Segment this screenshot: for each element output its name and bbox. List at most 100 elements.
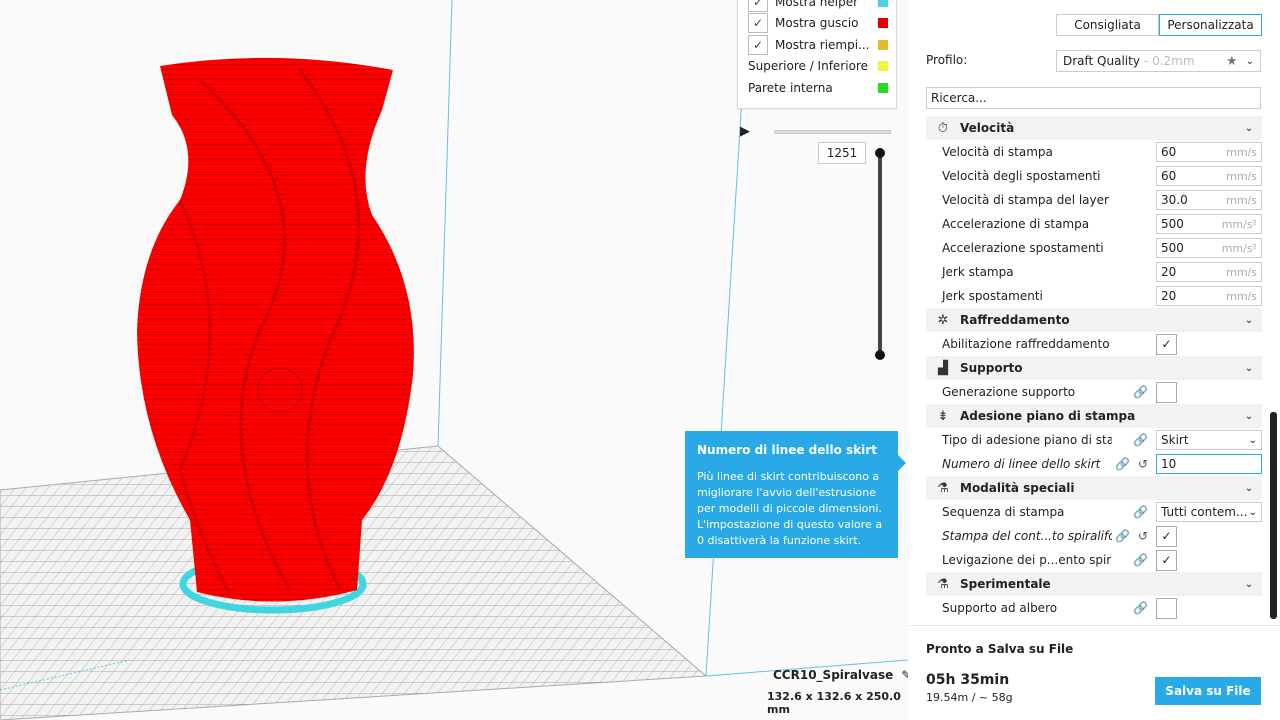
setting-checkbox[interactable]: ✓ xyxy=(1156,333,1177,355)
legend-item-shell[interactable]: ✓ Mostra guscio xyxy=(748,12,888,34)
legend-item-infill[interactable]: ✓ Mostra riempi... xyxy=(748,34,888,56)
setting-label: Numero di linee dello skirt xyxy=(942,457,1101,471)
legend-checkbox[interactable]: ✓ xyxy=(748,0,768,12)
setting-checkbox[interactable]: ✓ xyxy=(1156,549,1177,571)
settings-category[interactable]: ⏱ Velocità ⌄ xyxy=(926,116,1262,140)
profile-select[interactable]: Draft Quality - 0.2mm ★ ⌄ xyxy=(1056,50,1261,72)
link-icon[interactable]: 🔗 xyxy=(1115,529,1130,543)
setting-checkbox[interactable] xyxy=(1156,597,1177,619)
setting-row[interactable]: Accelerazione spostamenti 500 mm/s² xyxy=(926,236,1262,260)
experimental-icon: ⚗ xyxy=(937,576,949,592)
setting-row[interactable]: Jerk spostamenti 20 mm/s xyxy=(926,284,1262,308)
pencil-icon[interactable]: ✎ xyxy=(901,668,908,682)
link-icon[interactable]: 🔗 xyxy=(1133,505,1148,519)
setting-label: Abilitazione raffreddamento stampa xyxy=(942,337,1112,351)
legend-label: Mostra guscio xyxy=(775,16,859,30)
settings-category[interactable]: ⚗ Sperimentale ⌄ xyxy=(926,572,1262,596)
setting-dropdown[interactable]: Tutti contem... ⌄ xyxy=(1156,502,1262,522)
setting-value-input[interactable]: 500 mm/s² xyxy=(1156,214,1262,234)
setting-value: 500 xyxy=(1161,217,1184,231)
view-legend-panel: ✓ Mostra helper ✓ Mostra guscio ✓ Mostra… xyxy=(737,0,897,109)
setting-dropdown[interactable]: Skirt ⌄ xyxy=(1156,430,1262,450)
settings-scrollbar[interactable] xyxy=(1270,412,1277,619)
setting-value-input[interactable]: 20 mm/s xyxy=(1156,286,1262,306)
setting-value-input[interactable]: 60 mm/s xyxy=(1156,142,1262,162)
link-icon[interactable]: 🔗 xyxy=(1133,553,1148,567)
setting-value: 500 xyxy=(1161,241,1184,255)
setting-row[interactable]: Velocità degli spostamenti 60 mm/s xyxy=(926,164,1262,188)
category-title: Adesione piano di stampa xyxy=(960,409,1136,423)
setting-unit: mm/s² xyxy=(1221,241,1257,255)
volume-edge xyxy=(437,0,453,447)
setting-value-input[interactable]: 10 xyxy=(1156,454,1262,474)
legend-label: Mostra riempi... xyxy=(775,38,870,52)
save-to-file-button[interactable]: Salva su File xyxy=(1155,677,1261,705)
reset-icon[interactable]: ↺ xyxy=(1138,529,1148,543)
custom-mode-button[interactable]: Personalizzata xyxy=(1159,14,1262,36)
legend-swatch xyxy=(878,40,888,50)
chevron-down-icon[interactable]: ⌄ xyxy=(1236,123,1262,134)
setting-row[interactable]: Supporto ad albero 🔗 xyxy=(926,596,1262,620)
setting-row[interactable]: Velocità di stampa 60 mm/s xyxy=(926,140,1262,164)
setting-label: Jerk stampa xyxy=(942,265,1014,279)
settings-category[interactable]: ▟ Supporto ⌄ xyxy=(926,356,1262,380)
chevron-down-icon[interactable]: ⌄ xyxy=(1236,483,1262,494)
settings-category[interactable]: ⇟ Adesione piano di stampa ⌄ xyxy=(926,404,1262,428)
setting-row[interactable]: Sequenza di stampa 🔗 Tutti contem... ⌄ xyxy=(926,500,1262,524)
setting-unit: mm/s xyxy=(1226,193,1257,207)
link-icon[interactable]: 🔗 xyxy=(1115,457,1130,471)
setting-label: Levigazione dei p...ento spiraliforme xyxy=(942,553,1112,567)
setting-checkbox[interactable] xyxy=(1156,381,1177,403)
legend-label: Parete interna xyxy=(748,81,833,95)
star-icon[interactable]: ★ xyxy=(1226,54,1238,69)
chevron-down-icon[interactable]: ⌄ xyxy=(1236,579,1262,590)
layer-slider-top-handle[interactable] xyxy=(875,148,885,158)
layer-horizontal-track[interactable] xyxy=(774,130,891,134)
setting-row[interactable]: Numero di linee dello skirt 🔗 ↺ 10 xyxy=(926,452,1262,476)
dropdown-value: Skirt xyxy=(1161,433,1189,447)
setting-value-input[interactable]: 500 mm/s² xyxy=(1156,238,1262,258)
chevron-down-icon[interactable]: ⌄ xyxy=(1236,315,1262,326)
setting-label: Accelerazione di stampa xyxy=(942,217,1090,231)
chevron-down-icon: ⌄ xyxy=(1248,434,1257,446)
setting-value-input[interactable]: 60 mm/s xyxy=(1156,166,1262,186)
tooltip-body: Più linee di skirt contribuiscono a migl… xyxy=(697,470,883,547)
setting-unit: mm/s xyxy=(1226,145,1257,159)
setting-row[interactable]: Abilitazione raffreddamento stampa ✓ xyxy=(926,332,1262,356)
3d-viewport[interactable]: ✓ Mostra helper ✓ Mostra guscio ✓ Mostra… xyxy=(0,0,908,720)
setting-row[interactable]: Jerk stampa 20 mm/s xyxy=(926,260,1262,284)
category-title: Sperimentale xyxy=(960,577,1051,591)
layer-slider-bottom-handle[interactable] xyxy=(875,350,885,360)
reset-icon[interactable]: ↺ xyxy=(1138,457,1148,471)
layer-number-input[interactable]: 1251 xyxy=(818,142,866,164)
setting-checkbox[interactable]: ✓ xyxy=(1156,525,1177,547)
setting-row[interactable]: Accelerazione di stampa 500 mm/s² xyxy=(926,212,1262,236)
chevron-down-icon[interactable]: ⌄ xyxy=(1236,411,1262,422)
chevron-down-icon[interactable]: ⌄ xyxy=(1236,363,1262,374)
layer-vertical-slider[interactable] xyxy=(878,153,882,355)
play-icon[interactable]: ▶ xyxy=(740,125,752,139)
setting-row[interactable]: Generazione supporto 🔗 xyxy=(926,380,1262,404)
link-icon[interactable]: 🔗 xyxy=(1133,385,1148,399)
settings-list[interactable]: ⏱ Velocità ⌄ Velocità di stampa 60 mm/s Veloci… xyxy=(926,116,1262,620)
settings-category[interactable]: ⚗ Modalità speciali ⌄ xyxy=(926,476,1262,500)
setting-tooltip: Numero di linee dello skirt Più linee di… xyxy=(685,431,906,558)
setting-icons: 🔗 xyxy=(1112,553,1156,567)
setting-icons: 🔗 xyxy=(1112,505,1156,519)
setting-row[interactable]: Levigazione dei p...ento spiraliforme 🔗 ✓ xyxy=(926,548,1262,572)
link-icon[interactable]: 🔗 xyxy=(1133,601,1148,615)
setting-row[interactable]: Velocità di stampa del layer iniziale 30.… xyxy=(926,188,1262,212)
legend-checkbox[interactable]: ✓ xyxy=(748,13,768,33)
legend-swatch xyxy=(878,83,888,93)
setting-row[interactable]: Stampa del cont...to spiraliforme🔗↺✓ xyxy=(926,524,1262,548)
legend-checkbox[interactable]: ✓ xyxy=(748,35,768,55)
recommended-mode-button[interactable]: Consigliata xyxy=(1056,14,1159,36)
setting-row[interactable]: Tipo di adesione piano di stampa 🔗 Skirt ⌄ xyxy=(926,428,1262,452)
settings-category[interactable]: ✲ Raffreddamento ⌄ xyxy=(926,308,1262,332)
link-icon[interactable]: 🔗 xyxy=(1133,433,1148,447)
object-name: CCR10_Spiralvase xyxy=(773,668,894,682)
setting-value-input[interactable]: 20 mm/s xyxy=(1156,262,1262,282)
setting-value-input[interactable]: 30.0 mm/s xyxy=(1156,190,1262,210)
settings-search-input[interactable] xyxy=(926,87,1261,109)
speed-icon: ⏱ xyxy=(937,120,949,136)
